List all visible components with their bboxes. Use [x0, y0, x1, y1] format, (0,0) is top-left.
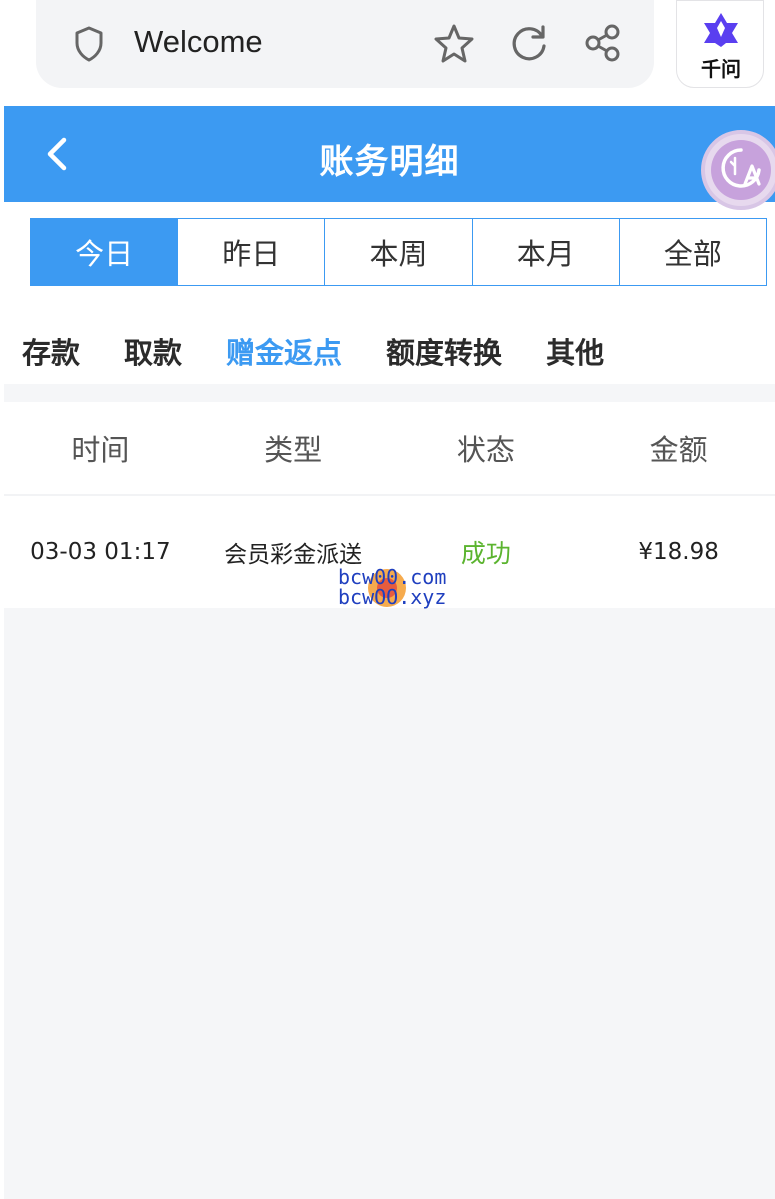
tab-withdraw[interactable]: 取款	[124, 330, 182, 374]
tab-quota-transfer[interactable]: 额度转换	[386, 330, 502, 374]
star-icon[interactable]	[432, 22, 476, 66]
cell-amount: ¥18.98	[638, 539, 719, 565]
translate-button[interactable]	[701, 130, 775, 210]
qianwen-logo-icon	[704, 13, 738, 47]
tab-this-month[interactable]: 本月	[471, 219, 619, 285]
tab-today[interactable]: 今日	[31, 219, 178, 285]
browser-page-title[interactable]: Welcome	[134, 24, 263, 60]
tab-all[interactable]: 全部	[618, 219, 766, 285]
cell-type: 会员彩金派送	[224, 542, 363, 568]
table-header: 时间 类型 状态 金额	[4, 402, 775, 494]
qianwen-assistant-button[interactable]: 千问	[676, 0, 764, 88]
tab-deposit[interactable]: 存款	[22, 330, 80, 374]
column-header-status: 状态	[456, 433, 515, 467]
category-tabs: 存款 取款 赠金返点 额度转换 其他	[22, 330, 648, 374]
period-tabs: 今日 昨日 本周 本月 全部	[30, 218, 767, 286]
watermark-line-2: bcwOO.xyz	[338, 585, 447, 609]
translate-icon	[721, 148, 761, 188]
share-icon[interactable]	[582, 22, 624, 64]
page-header: 账务明细	[4, 106, 775, 202]
watermark: bcw00.com bcwOO.xyz	[338, 565, 450, 609]
column-header-time: 时间	[71, 433, 130, 467]
column-header-type: 类型	[264, 433, 323, 467]
section-divider	[4, 384, 775, 402]
cell-time: 03-03 01:17	[30, 539, 171, 565]
browser-address-bar[interactable]	[36, 0, 654, 88]
page-title: 账务明细	[319, 142, 460, 182]
tab-bonus-rebate[interactable]: 赠金返点	[226, 330, 342, 374]
tab-this-week[interactable]: 本周	[324, 219, 471, 285]
tab-yesterday[interactable]: 昨日	[177, 219, 324, 285]
qianwen-label: 千问	[701, 57, 741, 81]
reload-icon[interactable]	[508, 22, 550, 64]
shield-icon[interactable]	[74, 26, 104, 62]
column-header-amount: 金额	[649, 433, 708, 467]
empty-content-area	[4, 608, 775, 1199]
tab-other[interactable]: 其他	[546, 330, 604, 374]
